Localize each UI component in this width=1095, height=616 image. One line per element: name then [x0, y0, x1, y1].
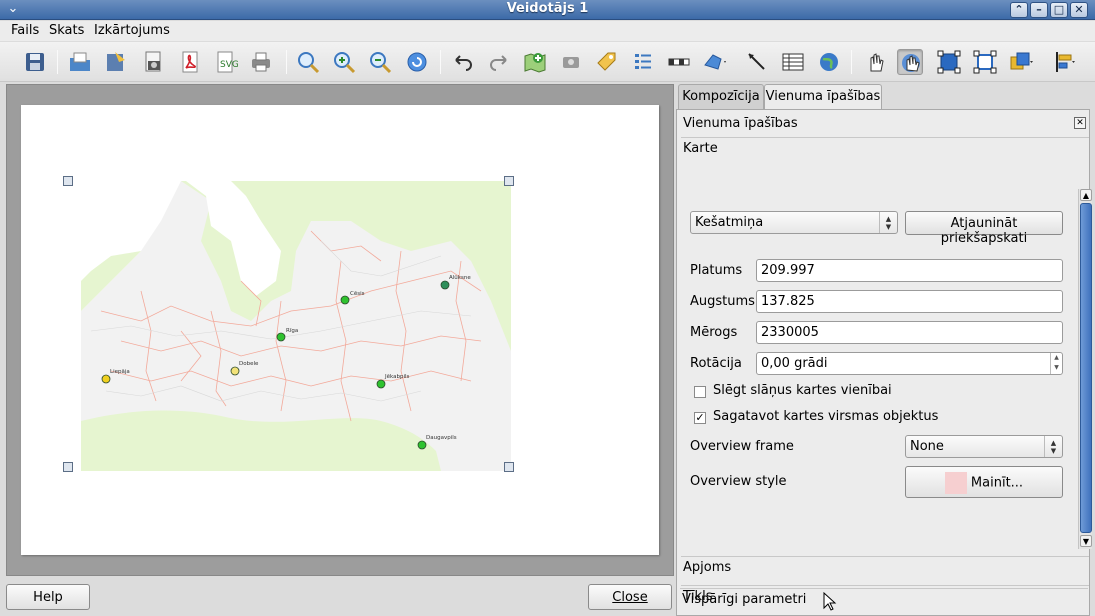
add-shape-icon[interactable] — [702, 49, 728, 75]
change-style-label: Mainīt... — [970, 475, 1024, 491]
scale-label: Mērogs — [690, 325, 738, 340]
add-map-icon[interactable] — [522, 49, 548, 75]
add-html-icon[interactable] — [816, 49, 842, 75]
tab-item-properties[interactable]: Vienuma īpašības — [764, 84, 882, 110]
close-icon[interactable]: ✕ — [1074, 117, 1086, 129]
close-window-icon[interactable]: ✕ — [1070, 2, 1088, 18]
overview-frame-label: Overview frame — [690, 439, 794, 454]
height-label: Augstums — [690, 294, 755, 309]
scroll-thumb[interactable] — [1080, 203, 1092, 533]
spin-arrows-icon[interactable]: ▲ ▼ — [1050, 353, 1062, 374]
toolbar: SVG — [0, 42, 1095, 82]
window-title: Veidotājs 1 — [506, 1, 589, 16]
resize-handle[interactable] — [504, 176, 514, 186]
city-label: Jēkabpils — [384, 374, 410, 380]
export-image-icon[interactable] — [140, 49, 166, 75]
city-label: Cēsis — [350, 291, 365, 297]
add-scalebar-icon[interactable] — [666, 49, 692, 75]
mouse-cursor-icon — [823, 592, 837, 611]
map-properties-scroll: Kešatmiņa ▲ ▼ Atjaunināt priekšapskati Pl… — [681, 189, 1092, 549]
chevron-up-down-icon: ▲ ▼ — [879, 212, 897, 233]
rotation-spinbox[interactable]: 0,00 grādi ▲ ▼ — [756, 352, 1063, 375]
save-template-icon[interactable] — [103, 49, 129, 75]
width-field[interactable]: 209.997 — [756, 259, 1063, 282]
raise-items-icon[interactable] — [1008, 49, 1034, 75]
ungroup-icon[interactable] — [972, 49, 998, 75]
composer-page: Rīga Cēsis Alūksne Dobele Liepāja Jēkabp… — [21, 105, 659, 555]
menu-bar: Fails Skats Izkārtojums — [0, 21, 1095, 41]
print-icon[interactable] — [248, 49, 274, 75]
scroll-up-icon[interactable]: ▲ — [1080, 189, 1092, 201]
rotation-label: Rotācija — [690, 356, 742, 371]
map-item[interactable]: Rīga Cēsis Alūksne Dobele Liepāja Jēkabp… — [81, 181, 511, 471]
title-bar: ⌄ Veidotājs 1 ⌃ – □ ✕ — [0, 0, 1095, 20]
change-style-button[interactable]: Mainīt... — [905, 466, 1063, 498]
width-label: Platums — [690, 263, 743, 278]
maximize-icon[interactable]: □ — [1050, 2, 1068, 18]
shade-icon[interactable]: ⌃ — [1010, 2, 1028, 18]
open-template-icon[interactable] — [67, 49, 93, 75]
section-extent[interactable]: Apjoms — [681, 556, 1089, 578]
add-legend-icon[interactable] — [630, 49, 656, 75]
tab-composition[interactable]: Kompozīcija — [678, 84, 764, 110]
overview-style-label: Overview style — [690, 474, 787, 489]
zoom-in-icon[interactable] — [331, 49, 357, 75]
zoom-out-icon[interactable] — [367, 49, 393, 75]
menu-layout[interactable]: Izkārtojums — [94, 23, 170, 38]
refresh-icon[interactable] — [404, 49, 430, 75]
city-label: Dobele — [239, 361, 259, 367]
move-content-icon[interactable] — [897, 49, 923, 75]
chevron-up-down-icon: ▲ ▼ — [1044, 436, 1062, 457]
overview-frame-value: None — [910, 439, 944, 454]
tab-content: Vienuma īpašības ✕ Karte Kešatmiņa ▲ ▼ At… — [676, 109, 1092, 616]
svg-text:SVG: SVG — [220, 60, 238, 70]
zoom-full-icon[interactable] — [295, 49, 321, 75]
add-table-icon[interactable] — [780, 49, 806, 75]
composer-canvas[interactable]: Rīga Cēsis Alūksne Dobele Liepāja Jēkabp… — [6, 84, 674, 576]
group-icon[interactable] — [936, 49, 962, 75]
city-label: Liepāja — [110, 369, 130, 375]
draw-canvas-label: Sagatavot kartes virsmas objektus — [713, 409, 939, 424]
panel-header: Vienuma īpašības — [683, 116, 798, 131]
cache-combo[interactable]: Kešatmiņa ▲ ▼ — [690, 211, 898, 234]
scroll-down-icon[interactable]: ▼ — [1080, 535, 1092, 547]
select-move-icon[interactable] — [862, 49, 888, 75]
resize-handle[interactable] — [63, 176, 73, 186]
undo-icon[interactable] — [450, 49, 476, 75]
rotation-value: 0,00 grādi — [761, 356, 828, 371]
add-label-icon[interactable] — [594, 49, 620, 75]
save-icon[interactable] — [22, 49, 48, 75]
close-button[interactable]: Close — [588, 584, 672, 610]
section-map[interactable]: Karte — [681, 137, 1089, 159]
city-label: Daugavpils — [426, 435, 457, 441]
scale-field[interactable]: 2330005 — [756, 321, 1063, 344]
menu-file[interactable]: Fails — [11, 23, 39, 38]
city-label: Alūksne — [449, 275, 471, 281]
add-image-icon[interactable] — [558, 49, 584, 75]
update-preview-button[interactable]: Atjaunināt priekšapskati — [905, 211, 1063, 246]
resize-handle[interactable] — [63, 462, 73, 472]
section-general-options[interactable]: Vispārīgi parametri — [680, 588, 1088, 610]
dialog-buttons: Help Close — [0, 578, 674, 616]
export-pdf-icon[interactable] — [177, 49, 203, 75]
minimize-icon[interactable]: – — [1030, 2, 1048, 18]
lock-layers-checkbox[interactable] — [694, 386, 706, 398]
menu-view[interactable]: Skats — [49, 23, 84, 38]
height-field[interactable]: 137.825 — [756, 290, 1063, 313]
cache-combo-value: Kešatmiņa — [695, 215, 764, 230]
draw-canvas-checkbox[interactable]: ✓ — [694, 412, 706, 424]
align-items-icon[interactable] — [1052, 49, 1078, 75]
add-arrow-icon[interactable] — [744, 49, 770, 75]
item-properties-panel: Kompozīcija Vienuma īpašības Vienuma īpa… — [676, 84, 1095, 616]
overview-style-swatch — [944, 472, 967, 494]
resize-handle[interactable] — [504, 462, 514, 472]
redo-icon[interactable] — [486, 49, 512, 75]
help-button[interactable]: Help — [6, 584, 90, 610]
overview-frame-combo[interactable]: None ▲ ▼ — [905, 435, 1063, 458]
export-svg-icon[interactable]: SVG — [212, 49, 239, 75]
city-label: Rīga — [286, 328, 298, 334]
vertical-scrollbar[interactable]: ▲ ▼ — [1078, 189, 1092, 549]
lock-layers-label: Slēgt slāņus kartes vienībai — [713, 383, 892, 398]
